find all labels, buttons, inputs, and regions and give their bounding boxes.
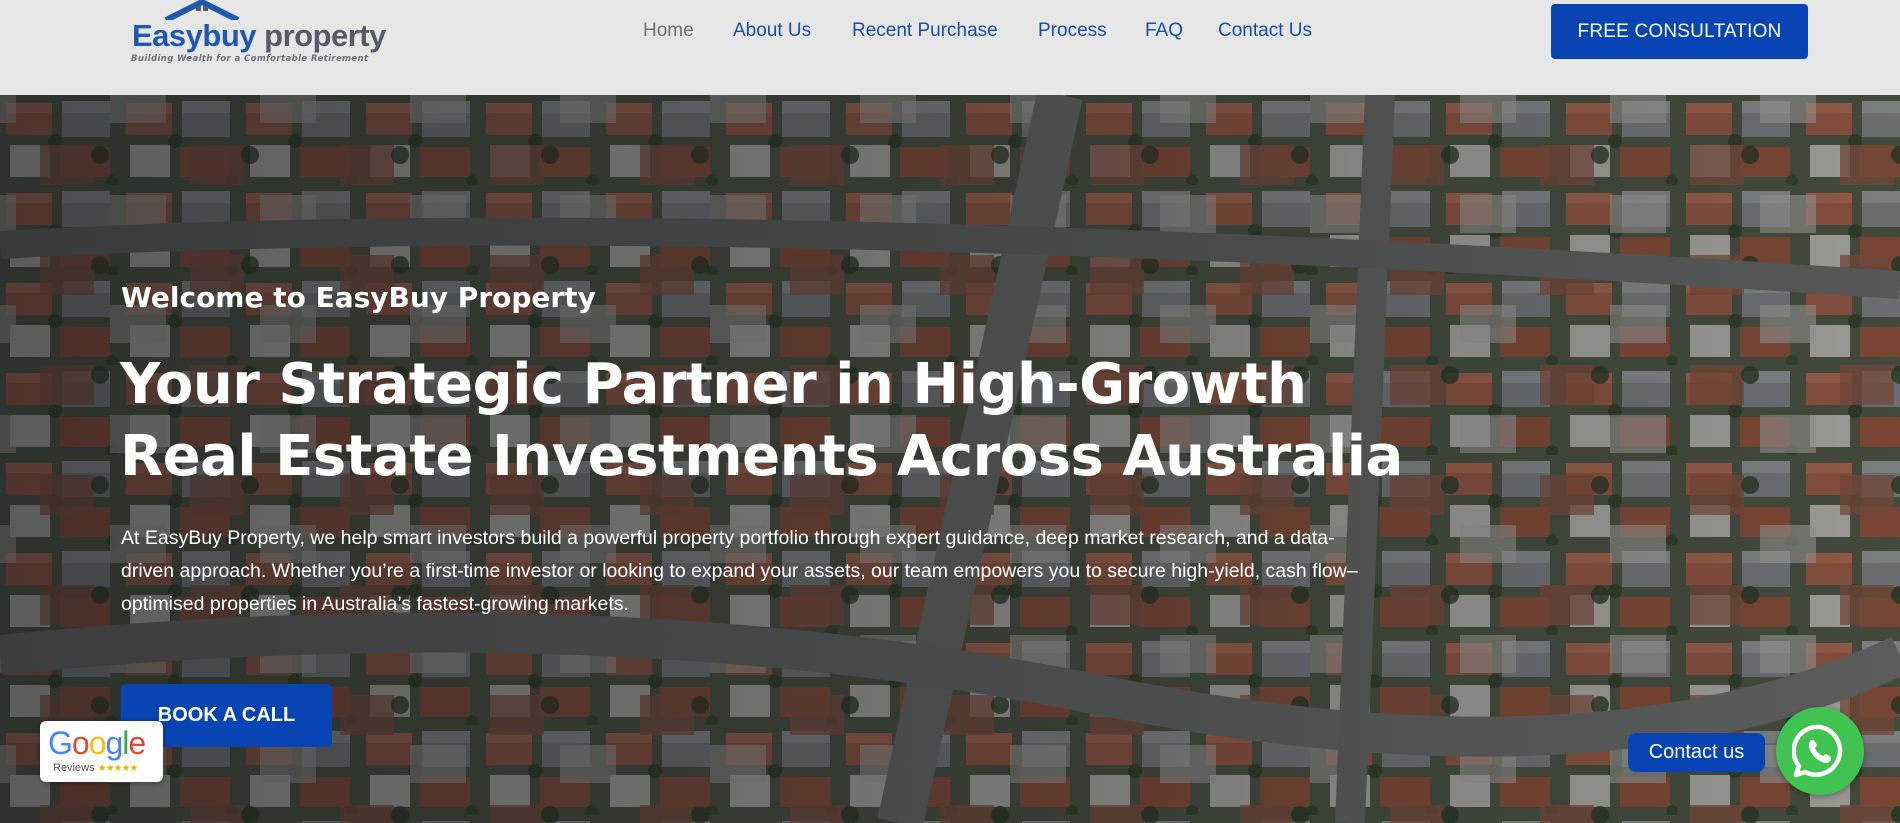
google-reviews-label: Reviews	[53, 762, 95, 774]
whatsapp-button[interactable]	[1776, 707, 1864, 795]
logo-brand-easybuy: Easybuy	[132, 18, 257, 53]
hero-headline: Your Strategic Partner in High-Growth Re…	[120, 352, 1403, 489]
logo-wordmark: Easybuy property	[132, 18, 386, 54]
house-roof-icon	[164, 0, 240, 20]
free-consultation-button[interactable]: FREE CONSULTATION	[1551, 4, 1808, 59]
whatsapp-icon	[1792, 724, 1843, 778]
logo-brand-property: property	[256, 18, 386, 53]
site-header: Easybuy property Building Wealth for a C…	[0, 0, 1900, 95]
site-logo[interactable]: Easybuy property Building Wealth for a C…	[130, 0, 386, 70]
nav-contact-us[interactable]: Contact Us	[1218, 20, 1312, 42]
google-reviews-caption: Reviews ★★★★★	[53, 762, 139, 774]
nav-process[interactable]: Process	[1038, 20, 1107, 42]
star-rating-icon: ★★★★★	[97, 763, 139, 774]
hero-section: Welcome to EasyBuy Property Your Strateg…	[0, 95, 1900, 823]
google-reviews-badge[interactable]: Google Reviews ★★★★★	[40, 721, 163, 782]
google-logo: Google	[48, 725, 146, 761]
nav-about-us[interactable]: About Us	[733, 20, 811, 42]
hero-welcome-heading: Welcome to EasyBuy Property	[121, 281, 596, 314]
nav-home[interactable]: Home	[643, 20, 694, 42]
nav-recent-purchase[interactable]: Recent Purchase	[852, 20, 998, 42]
nav-faq[interactable]: FAQ	[1145, 20, 1183, 42]
logo-tagline: Building Wealth for a Comfortable Retire…	[131, 54, 369, 64]
contact-us-chat-button[interactable]: Contact us	[1628, 733, 1765, 772]
hero-description: At EasyBuy Property, we help smart inves…	[121, 527, 1358, 615]
